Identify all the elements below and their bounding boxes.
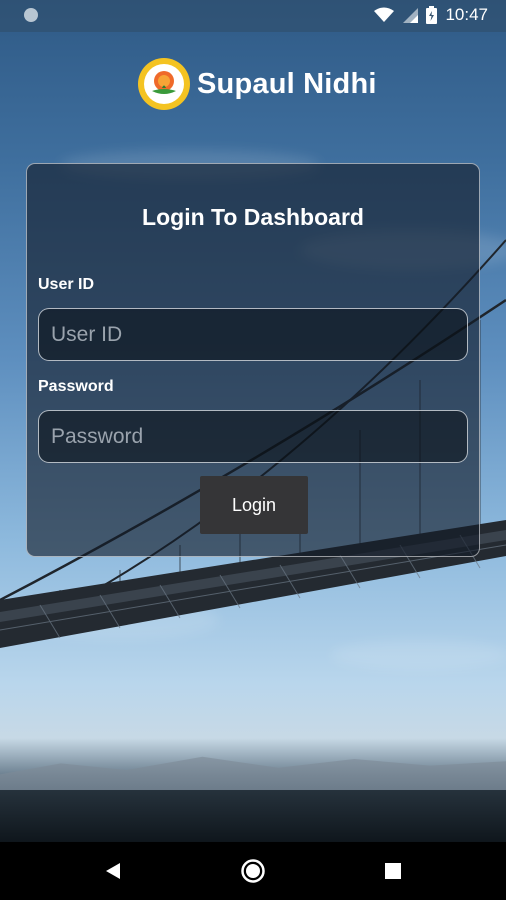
app-title: Supaul Nidhi — [197, 67, 377, 100]
password-input[interactable] — [38, 410, 468, 463]
cooperative-logo-icon — [138, 58, 190, 110]
signal-icon — [403, 8, 419, 23]
navigation-bar — [0, 842, 506, 900]
password-label: Password — [38, 378, 114, 395]
user-id-input[interactable] — [38, 308, 468, 361]
home-icon[interactable] — [238, 856, 268, 886]
status-bar: 10:47 — [0, 0, 506, 32]
wifi-icon — [374, 7, 395, 22]
login-title: Login To Dashboard — [142, 204, 364, 230]
recents-icon[interactable] — [378, 856, 408, 886]
status-time: 10:47 — [445, 5, 488, 24]
back-icon[interactable] — [98, 856, 128, 886]
brand-header: Supaul Nidhi — [137, 57, 377, 111]
login-card: Login To Dashboard User ID Password Logi… — [26, 163, 480, 557]
battery-icon — [426, 6, 438, 24]
user-id-label: User ID — [38, 276, 95, 293]
login-button[interactable]: Login — [200, 476, 308, 534]
notification-dot-icon — [24, 8, 38, 22]
